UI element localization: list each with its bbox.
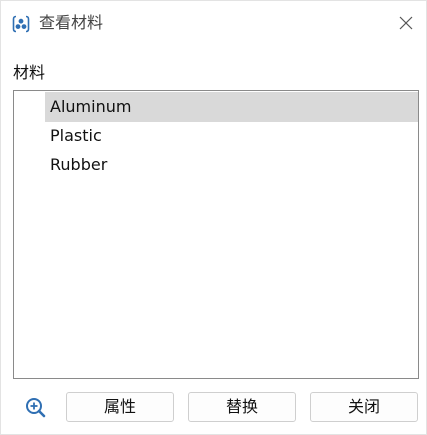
close-icon[interactable] xyxy=(394,11,418,35)
properties-button[interactable]: 属性 xyxy=(66,392,174,422)
list-item-plastic[interactable]: Plastic xyxy=(45,121,418,151)
materials-label: 材料 xyxy=(13,63,46,82)
list-item-aluminum[interactable]: Aluminum xyxy=(45,92,418,122)
zoom-in-icon[interactable] xyxy=(17,393,55,423)
window-title: 查看材料 xyxy=(39,13,104,32)
view-materials-dialog: 查看材料 材料 Aluminum Plastic Rubber 属性 替换 关闭 xyxy=(0,0,427,435)
title-bar: 查看材料 xyxy=(1,1,426,45)
close-button[interactable]: 关闭 xyxy=(310,392,418,422)
replace-button[interactable]: 替换 xyxy=(188,392,296,422)
materials-list[interactable]: Aluminum Plastic Rubber xyxy=(13,90,419,379)
material-icon xyxy=(12,15,30,33)
list-item-rubber[interactable]: Rubber xyxy=(45,150,418,180)
